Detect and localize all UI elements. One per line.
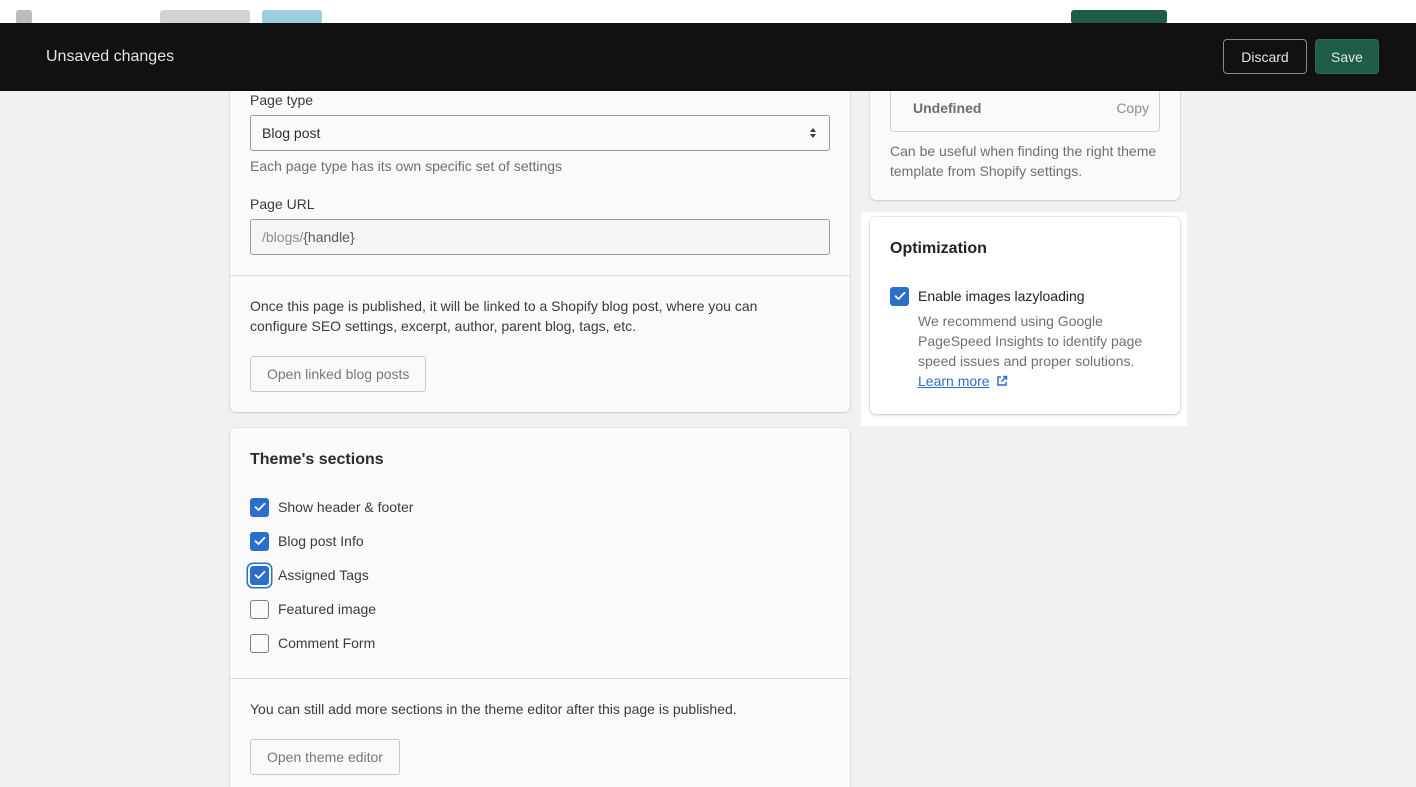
blog-info-text: Once this page is published, it will be … bbox=[250, 298, 758, 334]
publish-button bbox=[1071, 10, 1167, 23]
contextual-save-bar: Unsaved changes Discard Save bbox=[0, 23, 1416, 91]
page-type-select[interactable]: Blog post bbox=[250, 115, 830, 151]
status-badge bbox=[160, 10, 250, 23]
template-value-box: Undefined Copy bbox=[890, 91, 1160, 132]
page-type-label: Page type bbox=[250, 92, 314, 108]
page-type-value: Blog post bbox=[262, 125, 321, 141]
theme-sections-title: Theme's sections bbox=[250, 451, 384, 468]
page-url-value: {handle} bbox=[303, 229, 355, 245]
optimization-title: Optimization bbox=[890, 240, 987, 257]
divider bbox=[230, 678, 850, 679]
page-url-label: Page URL bbox=[250, 196, 315, 212]
checkbox-featured-image[interactable]: Featured image bbox=[250, 599, 376, 619]
checkmark-icon bbox=[254, 502, 265, 511]
checkmark-icon bbox=[254, 536, 265, 545]
external-link-icon[interactable] bbox=[996, 375, 1008, 387]
learn-more-link[interactable]: Learn more bbox=[918, 373, 990, 389]
learn-more-label: Learn more bbox=[918, 373, 990, 389]
template-help: Can be useful when finding the right the… bbox=[890, 143, 1157, 179]
open-linked-blog-posts-button[interactable]: Open linked blog posts bbox=[250, 356, 427, 392]
divider bbox=[230, 275, 850, 276]
checkmark-icon bbox=[254, 570, 265, 579]
app-top-bar bbox=[0, 0, 1416, 23]
open-theme-editor-button[interactable]: Open theme editor bbox=[250, 739, 400, 775]
menu-icon bbox=[16, 10, 32, 23]
optimization-description-text: We recommend using Google PageSpeed Insi… bbox=[918, 313, 1143, 369]
checkbox-comment-form[interactable]: Comment Form bbox=[250, 633, 375, 653]
template-value: Undefined bbox=[913, 100, 982, 116]
select-arrows-icon bbox=[810, 128, 816, 138]
checkbox-label: Enable images lazyloading bbox=[918, 288, 1085, 304]
checkbox-label: Blog post Info bbox=[278, 533, 364, 549]
page-url-prefix: /blogs/ bbox=[262, 229, 304, 245]
checkbox-show-header-footer[interactable]: Show header & footer bbox=[250, 497, 413, 517]
page-type-help: Each page type has its own specific set … bbox=[250, 158, 563, 174]
checkbox-label: Comment Form bbox=[278, 635, 376, 651]
checkbox[interactable] bbox=[890, 286, 909, 306]
optimization-description: We recommend using Google PageSpeed Insi… bbox=[918, 311, 1168, 391]
checkbox-assigned-tags[interactable]: Assigned Tags bbox=[250, 565, 369, 585]
theme-sections-footer-text: You can still add more sections in the t… bbox=[250, 701, 737, 717]
copy-button[interactable]: Copy bbox=[1116, 100, 1149, 116]
checkbox-lazyloading[interactable]: Enable images lazyloading bbox=[890, 286, 1085, 306]
status-badge bbox=[262, 10, 322, 23]
checkbox[interactable] bbox=[250, 633, 269, 653]
checkbox[interactable] bbox=[250, 531, 269, 551]
checkbox[interactable] bbox=[250, 565, 269, 585]
checkbox[interactable] bbox=[250, 497, 269, 517]
page-url-input[interactable]: /blogs/{handle} bbox=[250, 219, 830, 255]
checkmark-icon bbox=[894, 291, 905, 300]
checkbox-label: Featured image bbox=[278, 601, 377, 617]
checkbox-label: Show header & footer bbox=[278, 499, 414, 515]
checkbox-label: Assigned Tags bbox=[278, 567, 369, 583]
discard-button[interactable]: Discard bbox=[1223, 39, 1307, 74]
checkbox-blog-post-info[interactable]: Blog post Info bbox=[250, 531, 364, 551]
checkbox[interactable] bbox=[250, 599, 269, 619]
unsaved-changes-message: Unsaved changes bbox=[46, 48, 175, 65]
save-button[interactable]: Save bbox=[1315, 39, 1379, 74]
